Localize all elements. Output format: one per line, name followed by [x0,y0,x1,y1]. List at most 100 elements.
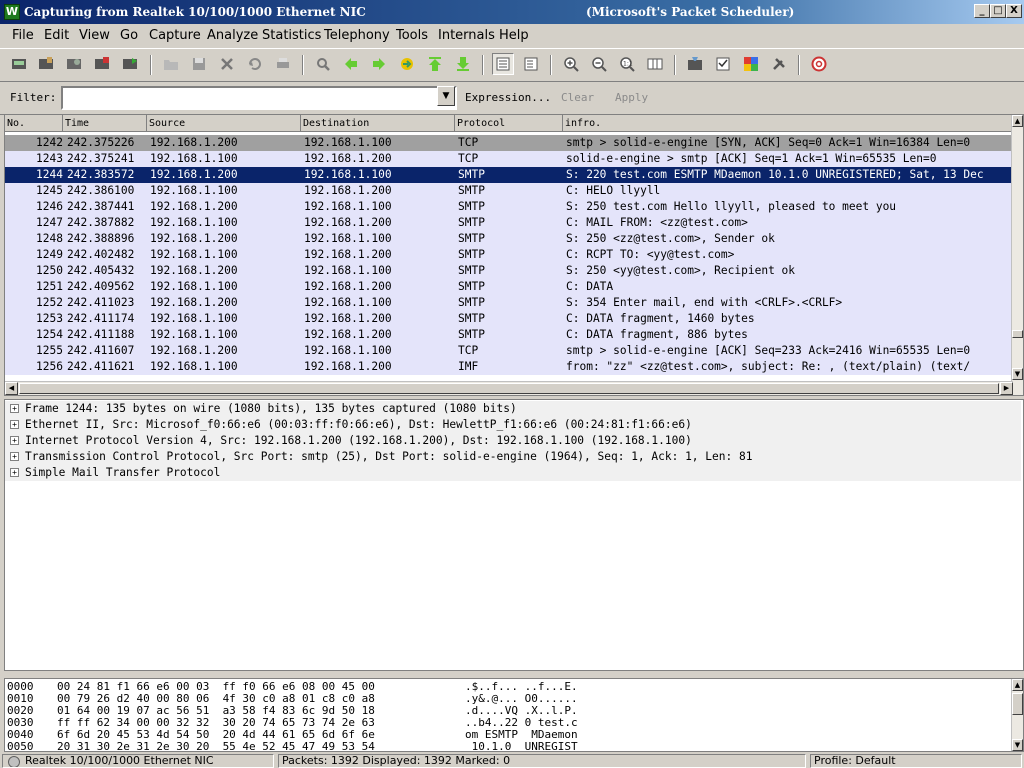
packet-row[interactable]: 1246 242.387441 192.168.1.200 192.168.1.100… [5,199,1013,215]
packet-dst: 192.168.1.200 [304,360,392,373]
maximize-button[interactable]: □ [990,4,1006,18]
column-source[interactable]: Source [147,115,301,132]
detail-row-smtp[interactable]: + Simple Mail Transfer Protocol [5,465,1021,481]
packet-row[interactable]: 1250 242.405432 192.168.1.200 192.168.1.100… [5,263,1013,279]
first-packet-icon[interactable] [424,53,446,75]
expand-icon[interactable]: + [10,404,19,413]
filter-input[interactable] [61,86,457,110]
display-filters-icon[interactable] [712,53,734,75]
normal-size-icon[interactable]: 1:1 [616,53,638,75]
back-icon[interactable] [340,53,362,75]
packet-dst: 192.168.1.200 [304,184,392,197]
menu-capture[interactable]: Capture [149,28,201,43]
packet-proto: SMTP [458,312,485,325]
resize-columns-icon[interactable] [644,53,666,75]
scroll-left-icon[interactable]: ◀ [5,382,18,395]
last-packet-icon[interactable] [452,53,474,75]
scroll-up-icon[interactable]: ▲ [1012,679,1023,691]
status-profile[interactable]: Profile: Default [810,754,1022,768]
close-button[interactable]: X [1006,4,1022,18]
menu-edit[interactable]: Edit [44,28,69,43]
scroll-up-icon[interactable]: ▲ [1012,115,1023,127]
packet-row[interactable]: 1245 242.386100 192.168.1.100 192.168.1.200… [5,183,1013,199]
filter-dropdown-button[interactable]: ▼ [437,86,455,106]
close-icon[interactable] [216,53,238,75]
expression-button[interactable]: Expression... [465,91,551,104]
column-protocol[interactable]: Protocol [455,115,563,132]
packet-row[interactable]: 1247 242.387882 192.168.1.100 192.168.1.200… [5,215,1013,231]
zoom-out-icon[interactable] [588,53,610,75]
detail-row-ip[interactable]: + Internet Protocol Version 4, Src: 192.1… [5,433,1021,449]
packet-no: 1244 [36,168,63,181]
reload-icon[interactable] [244,53,266,75]
save-icon[interactable] [188,53,210,75]
menu-help[interactable]: Help [499,28,529,43]
stop-capture-icon[interactable] [91,53,113,75]
colorize-icon[interactable] [492,53,514,75]
detail-row-frame[interactable]: + Frame 1244: 135 bytes on wire (1080 bit… [5,401,1021,417]
hex-row[interactable]: 0050 20 31 30 2e 31 2e 30 20 55 4e 52 45 … [7,740,1007,751]
scroll-down-icon[interactable]: ▼ [1012,368,1023,380]
packet-row[interactable]: 1251 242.409562 192.168.1.100 192.168.1.200… [5,279,1013,295]
status-packets: Packets: 1392 Displayed: 1392 Marked: 0 [278,754,806,768]
autoscroll-icon[interactable] [520,53,542,75]
start-capture-icon[interactable] [63,53,85,75]
packet-row[interactable]: 1242 242.375226 192.168.1.200 192.168.1.100… [5,135,1013,151]
packet-row[interactable]: 1248 242.388896 192.168.1.200 192.168.1.100… [5,231,1013,247]
expand-icon[interactable]: + [10,452,19,461]
options-icon[interactable] [35,53,57,75]
scroll-down-icon[interactable]: ▼ [1012,739,1023,751]
menu-go[interactable]: Go [120,28,138,43]
packet-row[interactable]: 1256 242.411621 192.168.1.100 192.168.1.200… [5,359,1013,375]
detail-row-ethernet[interactable]: + Ethernet II, Src: Microsof_f0:66:e6 (00… [5,417,1021,433]
help-icon[interactable] [808,53,830,75]
menu-analyze[interactable]: Analyze [207,28,258,43]
menu-statistics[interactable]: Statistics [262,28,321,43]
restart-capture-icon[interactable] [119,53,141,75]
menu-tools[interactable]: Tools [396,28,428,43]
packet-list-vscroll[interactable]: ▲ ▼ [1011,115,1023,395]
packet-row[interactable]: 1253 242.411174 192.168.1.100 192.168.1.200… [5,311,1013,327]
column-no[interactable]: No. [5,115,63,132]
menu-file[interactable]: File [12,28,34,43]
packet-row[interactable]: 1244 242.383572 192.168.1.200 192.168.1.100… [5,167,1013,183]
bytes-vscroll[interactable]: ▲ ▼ [1011,679,1023,751]
expand-icon[interactable]: + [10,420,19,429]
column-info[interactable]: infro. [563,115,1017,132]
packet-proto: SMTP [458,168,485,181]
clear-button[interactable]: Clear [561,91,594,104]
preferences-icon[interactable] [768,53,790,75]
packet-row[interactable]: 1254 242.411188 192.168.1.100 192.168.1.200… [5,327,1013,343]
go-to-packet-icon[interactable] [396,53,418,75]
vscroll-thumb[interactable] [1012,330,1023,338]
menu-internals[interactable]: Internals [438,28,495,43]
menu-telephony[interactable]: Telephony [324,28,390,43]
packet-proto: TCP [458,344,479,357]
minimize-button[interactable]: _ [974,4,990,18]
packet-row[interactable]: 1243 242.375241 192.168.1.100 192.168.1.200… [5,151,1013,167]
interfaces-icon[interactable] [8,53,30,75]
packet-row[interactable]: 1252 242.411023 192.168.1.200 192.168.1.100… [5,295,1013,311]
hscroll-thumb[interactable] [19,383,999,394]
column-destination[interactable]: Destination [301,115,455,132]
capture-filters-icon[interactable] [684,53,706,75]
packet-row[interactable]: 1255 242.411607 192.168.1.200 192.168.1.100… [5,343,1013,359]
zoom-in-icon[interactable] [560,53,582,75]
scroll-right-icon[interactable]: ▶ [1000,382,1013,395]
detail-row-tcp[interactable]: + Transmission Control Protocol, Src Port… [5,449,1021,465]
apply-button[interactable]: Apply [615,91,648,104]
bytes-vscroll-thumb[interactable] [1012,693,1023,715]
print-icon[interactable] [272,53,294,75]
forward-icon[interactable] [368,53,390,75]
packet-list-hscroll[interactable]: ◀ ▶ [5,381,1013,395]
coloring-rules-icon[interactable] [740,53,762,75]
expand-icon[interactable]: + [10,436,19,445]
expand-icon[interactable]: + [10,468,19,477]
find-icon[interactable] [312,53,334,75]
packet-src: 192.168.1.100 [150,216,238,229]
packet-row[interactable]: 1249 242.402482 192.168.1.100 192.168.1.200… [5,247,1013,263]
menu-view[interactable]: View [79,28,110,43]
expert-info-icon[interactable] [8,756,20,767]
open-icon[interactable] [160,53,182,75]
column-time[interactable]: Time [63,115,147,132]
